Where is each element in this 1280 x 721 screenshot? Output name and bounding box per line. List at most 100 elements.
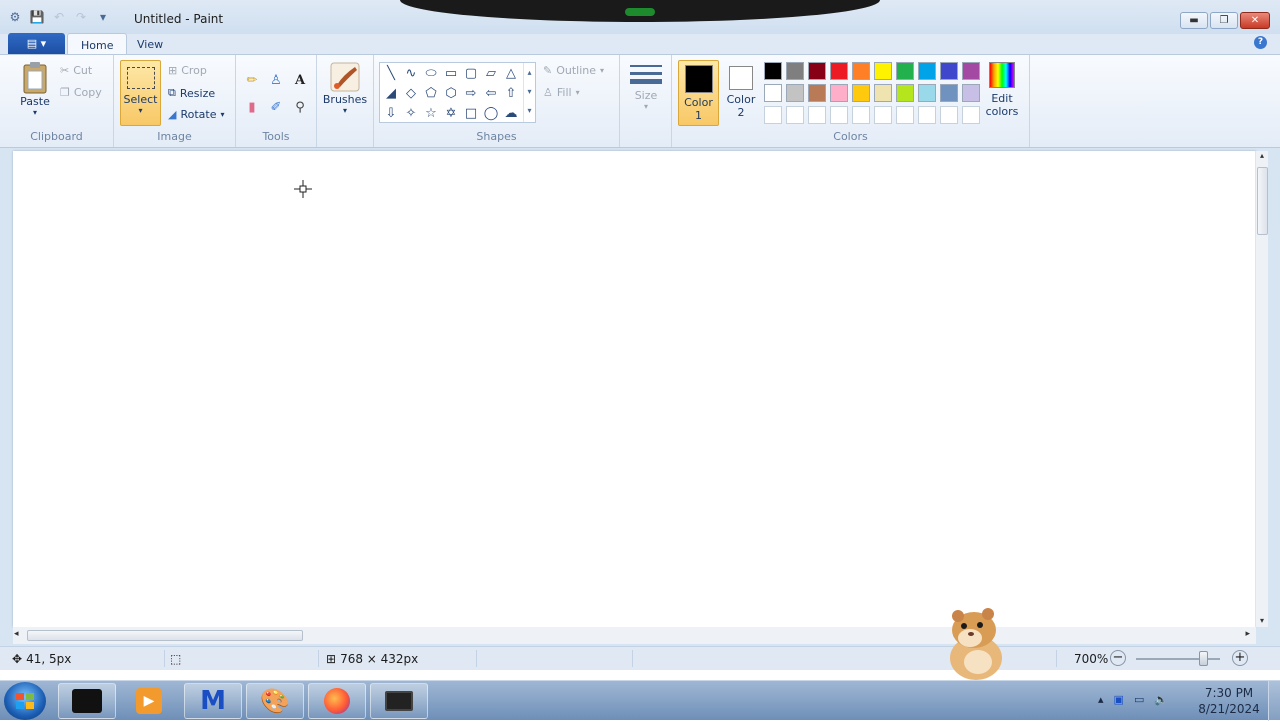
show-desktop-button[interactable] — [1268, 681, 1280, 721]
close-button[interactable]: ✕ — [1240, 12, 1270, 29]
color-picker-icon[interactable]: ✐ — [266, 97, 286, 117]
scroll-down-icon[interactable]: ▾ — [1256, 616, 1268, 625]
network-icon[interactable]: ▭ — [1134, 693, 1144, 706]
six-point-star-shape-icon[interactable]: ✡ — [442, 104, 460, 122]
palette-swatch[interactable] — [940, 62, 958, 80]
fill-button[interactable]: ♙ Fill ▾ — [543, 86, 580, 99]
line-shape-icon[interactable]: ╲ — [382, 64, 400, 82]
outline-button[interactable]: ✎ Outline ▾ — [543, 64, 604, 77]
pencil-icon[interactable]: ✏ — [242, 70, 262, 90]
magnifier-icon[interactable]: ⚲ — [290, 97, 310, 117]
tray-app-icon[interactable]: ▣ — [1114, 693, 1124, 706]
help-icon[interactable]: ? — [1254, 36, 1267, 49]
scroll-right-icon[interactable]: ▸ — [1245, 629, 1250, 639]
zoom-slider-thumb[interactable] — [1199, 651, 1209, 666]
palette-swatch[interactable] — [962, 106, 980, 124]
palette-swatch[interactable] — [896, 106, 914, 124]
fill-bucket-icon[interactable]: ♙ — [266, 70, 286, 90]
palette-swatch[interactable] — [764, 62, 782, 80]
rectangle-shape-icon[interactable]: ▭ — [442, 64, 460, 82]
taskbar-malwarebytes[interactable]: M — [184, 683, 242, 719]
start-button[interactable] — [4, 682, 46, 720]
taskbar-firefox[interactable] — [308, 683, 366, 719]
redo-icon[interactable]: ↷ — [72, 8, 90, 26]
hexagon-shape-icon[interactable]: ⬡ — [442, 84, 460, 102]
five-point-star-shape-icon[interactable]: ☆ — [422, 104, 440, 122]
palette-swatch[interactable] — [962, 62, 980, 80]
palette-swatch[interactable] — [764, 106, 782, 124]
tab-home[interactable]: Home — [67, 33, 128, 55]
down-arrow-shape-icon[interactable]: ⇩ — [382, 104, 400, 122]
palette-swatch[interactable] — [852, 84, 870, 102]
size-button[interactable]: Size ▾ — [628, 63, 664, 111]
palette-swatch[interactable] — [808, 106, 826, 124]
palette-swatch[interactable] — [874, 84, 892, 102]
up-arrow-shape-icon[interactable]: ⇧ — [502, 84, 520, 102]
palette-swatch[interactable] — [874, 62, 892, 80]
oval-shape-icon[interactable]: ⬭ — [422, 64, 440, 82]
eraser-icon[interactable]: ▮ — [242, 97, 262, 117]
cloud-callout-shape-icon[interactable]: ☁ — [502, 104, 520, 122]
taskbar-paint[interactable]: 🎨 — [246, 683, 304, 719]
file-menu-button[interactable]: ▤ ▾ — [8, 33, 65, 54]
palette-swatch[interactable] — [940, 84, 958, 102]
polygon-shape-icon[interactable]: ▱ — [482, 64, 500, 82]
palette-swatch[interactable] — [830, 106, 848, 124]
palette-swatch[interactable] — [808, 62, 826, 80]
palette-swatch[interactable] — [918, 84, 936, 102]
palette-swatch[interactable] — [830, 84, 848, 102]
clock[interactable]: 7:30 PM 8/21/2024 — [1196, 685, 1262, 717]
palette-swatch[interactable] — [808, 84, 826, 102]
palette-swatch[interactable] — [962, 84, 980, 102]
palette-swatch[interactable] — [896, 62, 914, 80]
pentagon-shape-icon[interactable]: ⬠ — [422, 84, 440, 102]
customize-qat-icon[interactable]: ▾ — [94, 8, 112, 26]
shapes-scroll[interactable]: ▴ ▾ ▾ — [523, 63, 535, 122]
palette-swatch[interactable] — [764, 84, 782, 102]
taskbar-app-6[interactable] — [370, 683, 428, 719]
oval-callout-shape-icon[interactable]: ◯ — [482, 104, 500, 122]
cut-button[interactable]: ✂ Cut — [60, 64, 92, 77]
rect-callout-shape-icon[interactable]: □ — [462, 104, 480, 122]
right-arrow-shape-icon[interactable]: ⇨ — [462, 84, 480, 102]
tray-expand-icon[interactable]: ▴ — [1098, 693, 1104, 706]
tab-view[interactable]: View — [124, 33, 176, 55]
select-button[interactable]: Select ▾ — [120, 60, 161, 126]
scroll-up-icon[interactable]: ▴ — [1256, 151, 1268, 160]
palette-swatch[interactable] — [830, 62, 848, 80]
color2-button[interactable]: Color 2 — [723, 60, 759, 126]
text-tool-icon[interactable]: A — [290, 70, 310, 90]
left-arrow-shape-icon[interactable]: ⇦ — [482, 84, 500, 102]
four-point-star-shape-icon[interactable]: ✧ — [402, 104, 420, 122]
copy-button[interactable]: ❐ Copy — [60, 86, 102, 99]
zoom-in-button[interactable]: + — [1232, 650, 1248, 666]
palette-swatch[interactable] — [852, 106, 870, 124]
brushes-button[interactable]: Brushes ▾ — [322, 61, 368, 115]
palette-swatch[interactable] — [786, 106, 804, 124]
vertical-scrollbar[interactable]: ▴ ▾ — [1255, 151, 1268, 627]
vertical-scroll-thumb[interactable] — [1257, 167, 1268, 235]
horizontal-scrollbar[interactable]: ◂ ▸ — [13, 627, 1256, 644]
taskbar-media-player[interactable]: ▶ — [120, 683, 178, 719]
edit-colors-button[interactable]: Edit colors — [984, 60, 1020, 118]
palette-swatch[interactable] — [874, 106, 892, 124]
zoom-out-button[interactable]: − — [1110, 650, 1126, 666]
save-icon[interactable]: 💾 — [28, 8, 46, 26]
taskbar-app-1[interactable] — [58, 683, 116, 719]
paint-app-icon[interactable]: ⚙ — [6, 8, 24, 26]
minimize-button[interactable]: ▬ — [1180, 12, 1208, 29]
palette-swatch[interactable] — [940, 106, 958, 124]
undo-icon[interactable]: ↶ — [50, 8, 68, 26]
paste-button[interactable]: Paste ▾ — [18, 61, 52, 117]
drawing-canvas[interactable] — [13, 151, 1256, 627]
palette-swatch[interactable] — [918, 62, 936, 80]
triangle-shape-icon[interactable]: △ — [502, 64, 520, 82]
palette-swatch[interactable] — [852, 62, 870, 80]
maximize-button[interactable]: ❐ — [1210, 12, 1238, 29]
horizontal-scroll-thumb[interactable] — [27, 630, 303, 641]
diamond-shape-icon[interactable]: ◇ — [402, 84, 420, 102]
crop-button[interactable]: ⊞ Crop — [168, 64, 207, 77]
resize-button[interactable]: ⧉ Resize — [168, 86, 215, 100]
rotate-button[interactable]: ◢ Rotate ▾ — [168, 108, 225, 121]
color1-button[interactable]: Color 1 — [678, 60, 719, 126]
